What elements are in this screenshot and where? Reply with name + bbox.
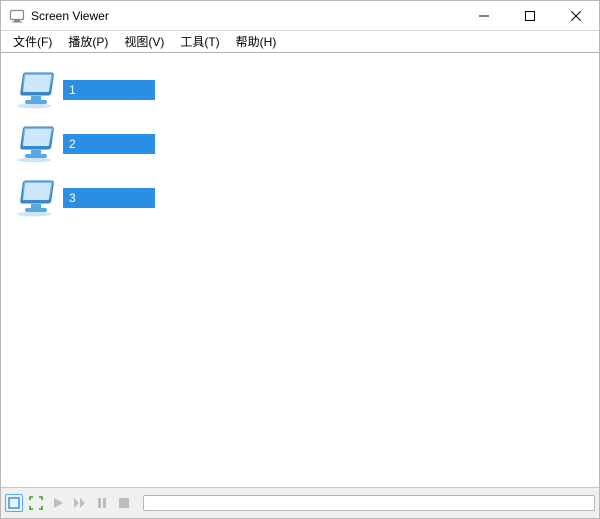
- stop-button[interactable]: [115, 494, 133, 512]
- list-item-label: 2: [63, 134, 155, 154]
- menu-file[interactable]: 文件(F): [5, 31, 60, 52]
- fast-forward-button[interactable]: [71, 494, 89, 512]
- close-button[interactable]: [553, 1, 599, 31]
- title-bar: Screen Viewer: [1, 1, 599, 31]
- pause-button[interactable]: [93, 494, 111, 512]
- playback-toolbar: [1, 488, 599, 518]
- fullscreen-button[interactable]: [27, 494, 45, 512]
- list-item-label: 3: [63, 188, 155, 208]
- maximize-button[interactable]: [507, 1, 553, 31]
- content-area: 1 2: [1, 53, 599, 488]
- monitor-icon: [11, 70, 57, 110]
- menu-play[interactable]: 播放(P): [60, 31, 116, 52]
- list-item[interactable]: 1: [11, 67, 589, 113]
- monitor-icon: [11, 178, 57, 218]
- view-mode-button[interactable]: [5, 494, 23, 512]
- list-item-label: 1: [63, 80, 155, 100]
- progress-bar[interactable]: [143, 495, 595, 511]
- minimize-button[interactable]: [461, 1, 507, 31]
- menu-view[interactable]: 视图(V): [116, 31, 172, 52]
- play-button[interactable]: [49, 494, 67, 512]
- list-item[interactable]: 3: [11, 175, 589, 221]
- list-item[interactable]: 2: [11, 121, 589, 167]
- menu-tools[interactable]: 工具(T): [172, 31, 227, 52]
- app-icon: [9, 8, 25, 24]
- menu-bar: 文件(F) 播放(P) 视图(V) 工具(T) 帮助(H): [1, 31, 599, 53]
- menu-help[interactable]: 帮助(H): [228, 31, 285, 52]
- window-title: Screen Viewer: [31, 9, 109, 23]
- monitor-icon: [11, 124, 57, 164]
